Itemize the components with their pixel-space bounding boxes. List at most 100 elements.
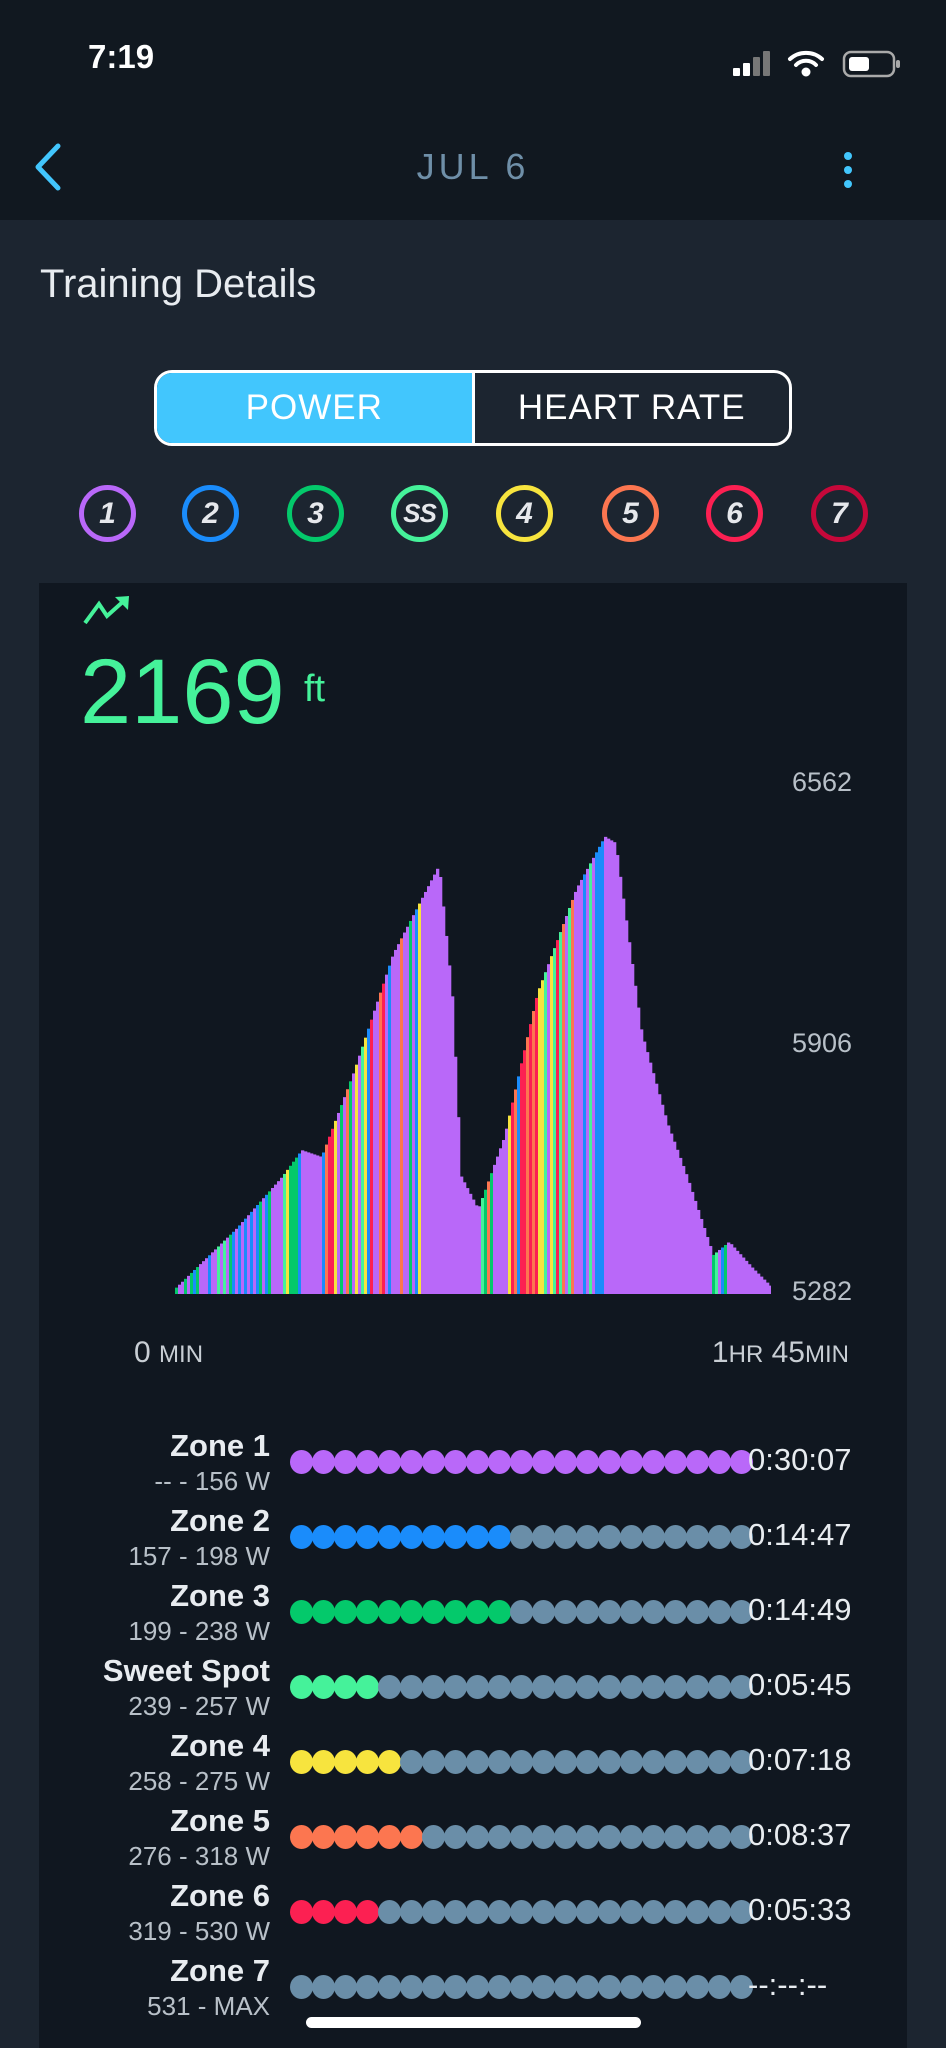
elevation-stripe <box>469 1193 473 1294</box>
elevation-chart <box>175 836 771 1294</box>
zone-dot <box>532 1900 555 1924</box>
elevation-stripe <box>367 1028 371 1294</box>
zone-dot <box>532 1525 555 1549</box>
elevation-stripe <box>742 1257 746 1294</box>
elevation-stripe <box>625 920 629 1294</box>
zone-time: 0:05:45 <box>748 1667 852 1702</box>
elevation-stripe <box>211 1252 215 1294</box>
elevation-stripe <box>604 836 608 1294</box>
zone-filter-3[interactable]: 3 <box>287 485 344 542</box>
zone-dot <box>378 1525 401 1549</box>
elevation-stripe <box>256 1205 260 1294</box>
zone-dot <box>554 1975 577 1999</box>
zone-filter-2[interactable]: 2 <box>182 485 239 542</box>
zone-dot <box>422 1750 445 1774</box>
zone-dot <box>488 1825 511 1849</box>
elevation-stripe <box>751 1267 755 1294</box>
zone-dot <box>400 1900 423 1924</box>
zone-dot <box>598 1750 621 1774</box>
status-icons <box>733 50 900 78</box>
elevation-stripe <box>262 1198 266 1294</box>
elevation-stripe <box>355 1064 359 1294</box>
elevation-stripe <box>394 949 398 1294</box>
elevation-stripe <box>478 1206 482 1294</box>
elevation-stripe <box>295 1157 299 1294</box>
elevation-stripe <box>337 1112 341 1294</box>
elevation-stripe <box>472 1199 476 1294</box>
zone-dot <box>356 1525 379 1549</box>
zone-dot <box>576 1450 599 1474</box>
elevation-stripe <box>583 874 587 1294</box>
elevation-stripe <box>232 1231 236 1294</box>
elevation-stripe <box>631 964 635 1294</box>
zone-filter-5[interactable]: 5 <box>602 485 659 542</box>
elevation-stripe <box>277 1181 281 1294</box>
elevation-stripe <box>217 1246 221 1294</box>
zone-name: Zone 6 <box>170 1878 270 1913</box>
elevation-stripe <box>226 1237 230 1294</box>
y-tick-min: 5282 <box>792 1276 853 1306</box>
elevation-stripe <box>400 938 404 1294</box>
elevation-stripe <box>568 907 572 1294</box>
elevation-stripe <box>250 1211 254 1294</box>
zone-dot <box>620 1525 643 1549</box>
zone-dot <box>334 1525 357 1549</box>
elevation-stripe <box>508 1115 512 1294</box>
zone-filter-4[interactable]: 4 <box>496 485 553 542</box>
zone-dot <box>686 1525 709 1549</box>
elevation-stripe <box>412 915 416 1294</box>
elevation-stripe <box>562 924 566 1294</box>
elevation-stripe <box>637 1007 641 1294</box>
elevation-stripe <box>415 909 419 1294</box>
zone-dot <box>554 1525 577 1549</box>
elevation-stripe <box>268 1191 272 1294</box>
elevation-stripe <box>511 1102 515 1294</box>
elevation-stripe <box>391 956 395 1294</box>
home-indicator[interactable] <box>306 2017 641 2028</box>
zone-filter-ss[interactable]: SS <box>391 485 448 542</box>
zone-dot <box>642 1675 665 1699</box>
zone-dot <box>620 1450 643 1474</box>
tab-power[interactable]: POWER <box>157 373 472 443</box>
elevation-stripe <box>205 1258 209 1294</box>
zone-filter-1[interactable]: 1 <box>79 485 136 542</box>
elevation-stripe <box>712 1254 716 1294</box>
zone-dot <box>444 1450 467 1474</box>
zone-filter-7[interactable]: 7 <box>811 485 868 542</box>
battery-icon <box>842 50 900 78</box>
elevation-stripe <box>691 1191 695 1294</box>
zone-dot <box>334 1750 357 1774</box>
elevation-stripe <box>439 876 443 1294</box>
elevation-stripe <box>424 891 428 1294</box>
elevation-stripe <box>301 1150 305 1294</box>
elevation-stripe <box>430 880 434 1294</box>
elevation-stripe <box>388 965 392 1294</box>
zone-dot <box>334 1600 357 1624</box>
elevation-stripe <box>745 1260 749 1294</box>
zone-dot <box>620 1750 643 1774</box>
zone-dot <box>356 1825 379 1849</box>
zone-dot <box>642 1900 665 1924</box>
elevation-stripe <box>763 1279 767 1294</box>
elevation-stripe <box>613 842 617 1294</box>
zone-dot <box>554 1675 577 1699</box>
elevation-stripe <box>661 1104 665 1294</box>
zone-filter-6[interactable]: 6 <box>706 485 763 542</box>
zone-dot <box>378 1600 401 1624</box>
zone-dot <box>532 1750 555 1774</box>
elevation-stripe <box>286 1169 290 1294</box>
zone-dot <box>642 1975 665 1999</box>
elevation-stripe <box>244 1218 248 1294</box>
elevation-stripe <box>280 1177 284 1294</box>
elevation-stripe <box>442 906 446 1294</box>
elevation-stripe <box>754 1270 758 1294</box>
zone-dot <box>378 1825 401 1849</box>
more-options-icon[interactable] <box>838 150 858 190</box>
tab-heart-rate[interactable]: HEART RATE <box>471 373 790 443</box>
zone-dot <box>598 1600 621 1624</box>
elevation-stripe <box>538 988 542 1294</box>
elevation-stripe <box>184 1278 188 1294</box>
elevation-stripe <box>715 1252 719 1294</box>
zone-dot <box>686 1450 709 1474</box>
elevation-stripe <box>577 885 581 1294</box>
